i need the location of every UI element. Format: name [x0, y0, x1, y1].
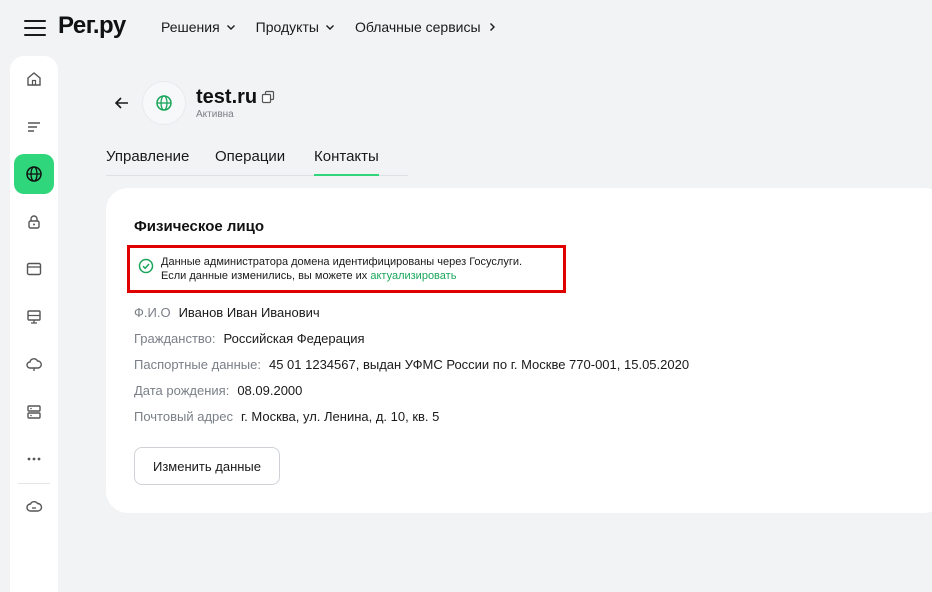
chevron-right-icon — [489, 23, 495, 31]
sidebar-item-list[interactable] — [14, 107, 54, 147]
field-row-citizenship: Гражданство: Российская Федерация — [134, 331, 365, 346]
top-navigation: Решения Продукты Облачные сервисы — [161, 19, 497, 35]
tab-operations[interactable]: Операции — [215, 148, 285, 176]
sidebar-item-database[interactable] — [14, 392, 54, 432]
tab-management[interactable]: Управление — [106, 148, 189, 176]
field-label: Почтовый адрес — [134, 409, 233, 424]
list-icon — [28, 122, 40, 132]
field-label: Паспортные данные: — [134, 357, 261, 372]
field-row-postal-address: Почтовый адрес г. Москва, ул. Ленина, д. … — [134, 409, 439, 424]
sidebar-item-hosting[interactable] — [14, 249, 54, 289]
database-icon — [27, 405, 41, 419]
field-value: Иванов Иван Иванович — [178, 305, 320, 320]
card-title: Физическое лицо — [134, 218, 265, 235]
sidebar — [10, 56, 58, 592]
field-row-fio: Ф.И.О Иванов Иван Иванович — [134, 305, 320, 320]
link-cloud-icon — [26, 500, 43, 512]
globe-icon — [26, 166, 42, 182]
sidebar-item-servers[interactable] — [14, 297, 54, 337]
nav-item-label: Решения — [161, 19, 220, 35]
sidebar-item-domains[interactable] — [14, 154, 54, 194]
sidebar-item-services[interactable] — [14, 487, 54, 527]
domain-status: Активна — [196, 109, 234, 120]
gosuslugi-notice: Данные администратора домена идентифицир… — [127, 245, 566, 293]
browser-window-icon — [26, 262, 42, 276]
domain-avatar — [142, 81, 186, 125]
tab-contacts[interactable]: Контакты — [314, 148, 379, 176]
nav-item-label: Облачные сервисы — [354, 19, 481, 35]
sidebar-item-home[interactable] — [14, 59, 54, 99]
sidebar-item-cloud[interactable] — [14, 344, 54, 384]
notice-line-2: Если данные изменились, вы можете их акт… — [161, 270, 456, 282]
top-header: Рег.ру Решения Продукты Облачные сервисы — [0, 0, 932, 56]
sidebar-divider — [18, 483, 50, 484]
field-value: г. Москва, ул. Ленина, д. 10, кв. 5 — [241, 409, 440, 424]
field-row-birthdate: Дата рождения: 08.09.2000 — [134, 383, 302, 398]
more-icon — [27, 457, 41, 461]
field-value: Российская Федерация — [223, 331, 365, 346]
cloud-icon — [26, 358, 42, 371]
chevron-down-icon — [325, 25, 334, 30]
field-label: Гражданство: — [134, 331, 216, 346]
chevron-down-icon — [226, 25, 235, 30]
logo[interactable]: Рег.ру — [58, 12, 126, 40]
sidebar-item-more[interactable] — [14, 439, 54, 479]
home-icon — [27, 72, 41, 86]
update-data-link[interactable]: актуализировать — [370, 270, 456, 282]
back-arrow-icon[interactable] — [112, 93, 132, 113]
field-row-passport: Паспортные данные: 45 01 1234567, выдан У… — [134, 357, 689, 372]
edit-data-button[interactable]: Изменить данные — [134, 447, 280, 485]
nav-item-solutions[interactable]: Решения — [161, 19, 236, 35]
menu-burger-icon[interactable] — [24, 20, 46, 36]
notice-line-1: Данные администратора домена идентифицир… — [161, 256, 523, 268]
field-value: 45 01 1234567, выдан УФМС России по г. М… — [268, 357, 690, 372]
sidebar-item-ssl[interactable] — [14, 202, 54, 242]
notice-line-2-text: Если данные изменились, вы можете их — [161, 270, 371, 282]
copy-icon[interactable] — [261, 90, 275, 104]
server-icon — [27, 310, 41, 324]
nav-item-products[interactable]: Продукты — [256, 19, 335, 35]
lock-icon — [28, 215, 40, 229]
check-circle-icon — [138, 258, 154, 274]
globe-icon — [156, 95, 172, 111]
field-label: Ф.И.О — [134, 305, 171, 320]
field-value: 08.09.2000 — [237, 383, 303, 398]
nav-item-label: Продукты — [255, 19, 319, 35]
nav-item-cloud-services[interactable]: Облачные сервисы — [355, 19, 497, 35]
domain-name: test.ru — [196, 86, 258, 108]
field-label: Дата рождения: — [134, 383, 230, 398]
contact-card: Физическое лицо Данные администратора до… — [106, 188, 932, 513]
tabs: Управление Операции Контакты — [106, 148, 408, 176]
